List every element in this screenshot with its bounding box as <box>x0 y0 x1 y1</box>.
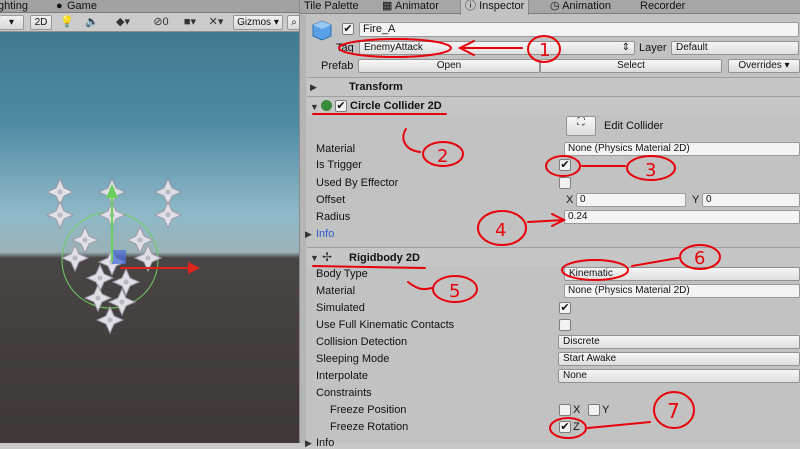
fire-sprite[interactable] <box>30 170 210 370</box>
effects-toggle-icon[interactable]: ◆▾ <box>112 15 134 30</box>
scene-toolbar: ▾ 2D 💡 🔈 ◆▾ ⊘0 ■▾ ✕▾ Gizmos ▾ ⌕ <box>0 13 299 32</box>
annotation-overlay: 1 2 3 4 5 6 7 <box>312 35 721 439</box>
game-icon: ● <box>56 0 63 12</box>
rigidbody-underline <box>312 265 426 269</box>
x-axis-arrow-icon <box>188 262 200 274</box>
body-type-highlight-ellipse <box>561 259 629 281</box>
freeze-rotation-highlight-ellipse <box>549 417 587 439</box>
gizmos-dropdown[interactable]: Gizmos ▾ <box>233 15 283 30</box>
hidden-layers-count: 0 <box>162 16 169 28</box>
scene-search-icon[interactable]: ⌕ <box>287 15 299 30</box>
annotation-number-2: 2 <box>437 146 448 167</box>
annotation-number-7: 7 <box>667 399 680 423</box>
scene-tab-bar: ghting ● Game <box>0 0 299 13</box>
annotation-number-3: 3 <box>645 160 656 181</box>
gizmos-label: Gizmos <box>237 17 272 28</box>
annotation-number-1: 1 <box>539 40 550 61</box>
lighting-toggle-icon[interactable]: 💡 <box>60 15 74 30</box>
shading-mode-dropdown[interactable]: ▾ <box>0 15 24 30</box>
inspector-panel: Tile Palette ▦ Animator ⓘ Inspector ◷ An… <box>299 0 800 449</box>
scene-view[interactable]: ghting ● Game ▾ 2D 💡 🔈 ◆▾ ⊘0 ■▾ ✕▾ Gizmo… <box>0 0 299 443</box>
hidden-layers-icon[interactable]: ⊘0 <box>146 15 176 30</box>
annotation-number-4: 4 <box>495 220 506 241</box>
audio-toggle-icon[interactable]: 🔈 <box>84 15 100 30</box>
annotation-number-5: 5 <box>449 281 460 302</box>
tag-highlight-ellipse <box>338 38 452 58</box>
tab-game[interactable]: Game <box>67 0 97 13</box>
annotation-number-6: 6 <box>694 248 705 269</box>
mode-2d-toggle[interactable]: 2D <box>30 15 52 30</box>
tab-lighting[interactable]: ghting <box>0 0 28 13</box>
camera-icon[interactable]: ■▾ <box>181 15 199 30</box>
tools-icon[interactable]: ✕▾ <box>206 15 226 30</box>
is-trigger-highlight-ellipse <box>545 155 581 177</box>
